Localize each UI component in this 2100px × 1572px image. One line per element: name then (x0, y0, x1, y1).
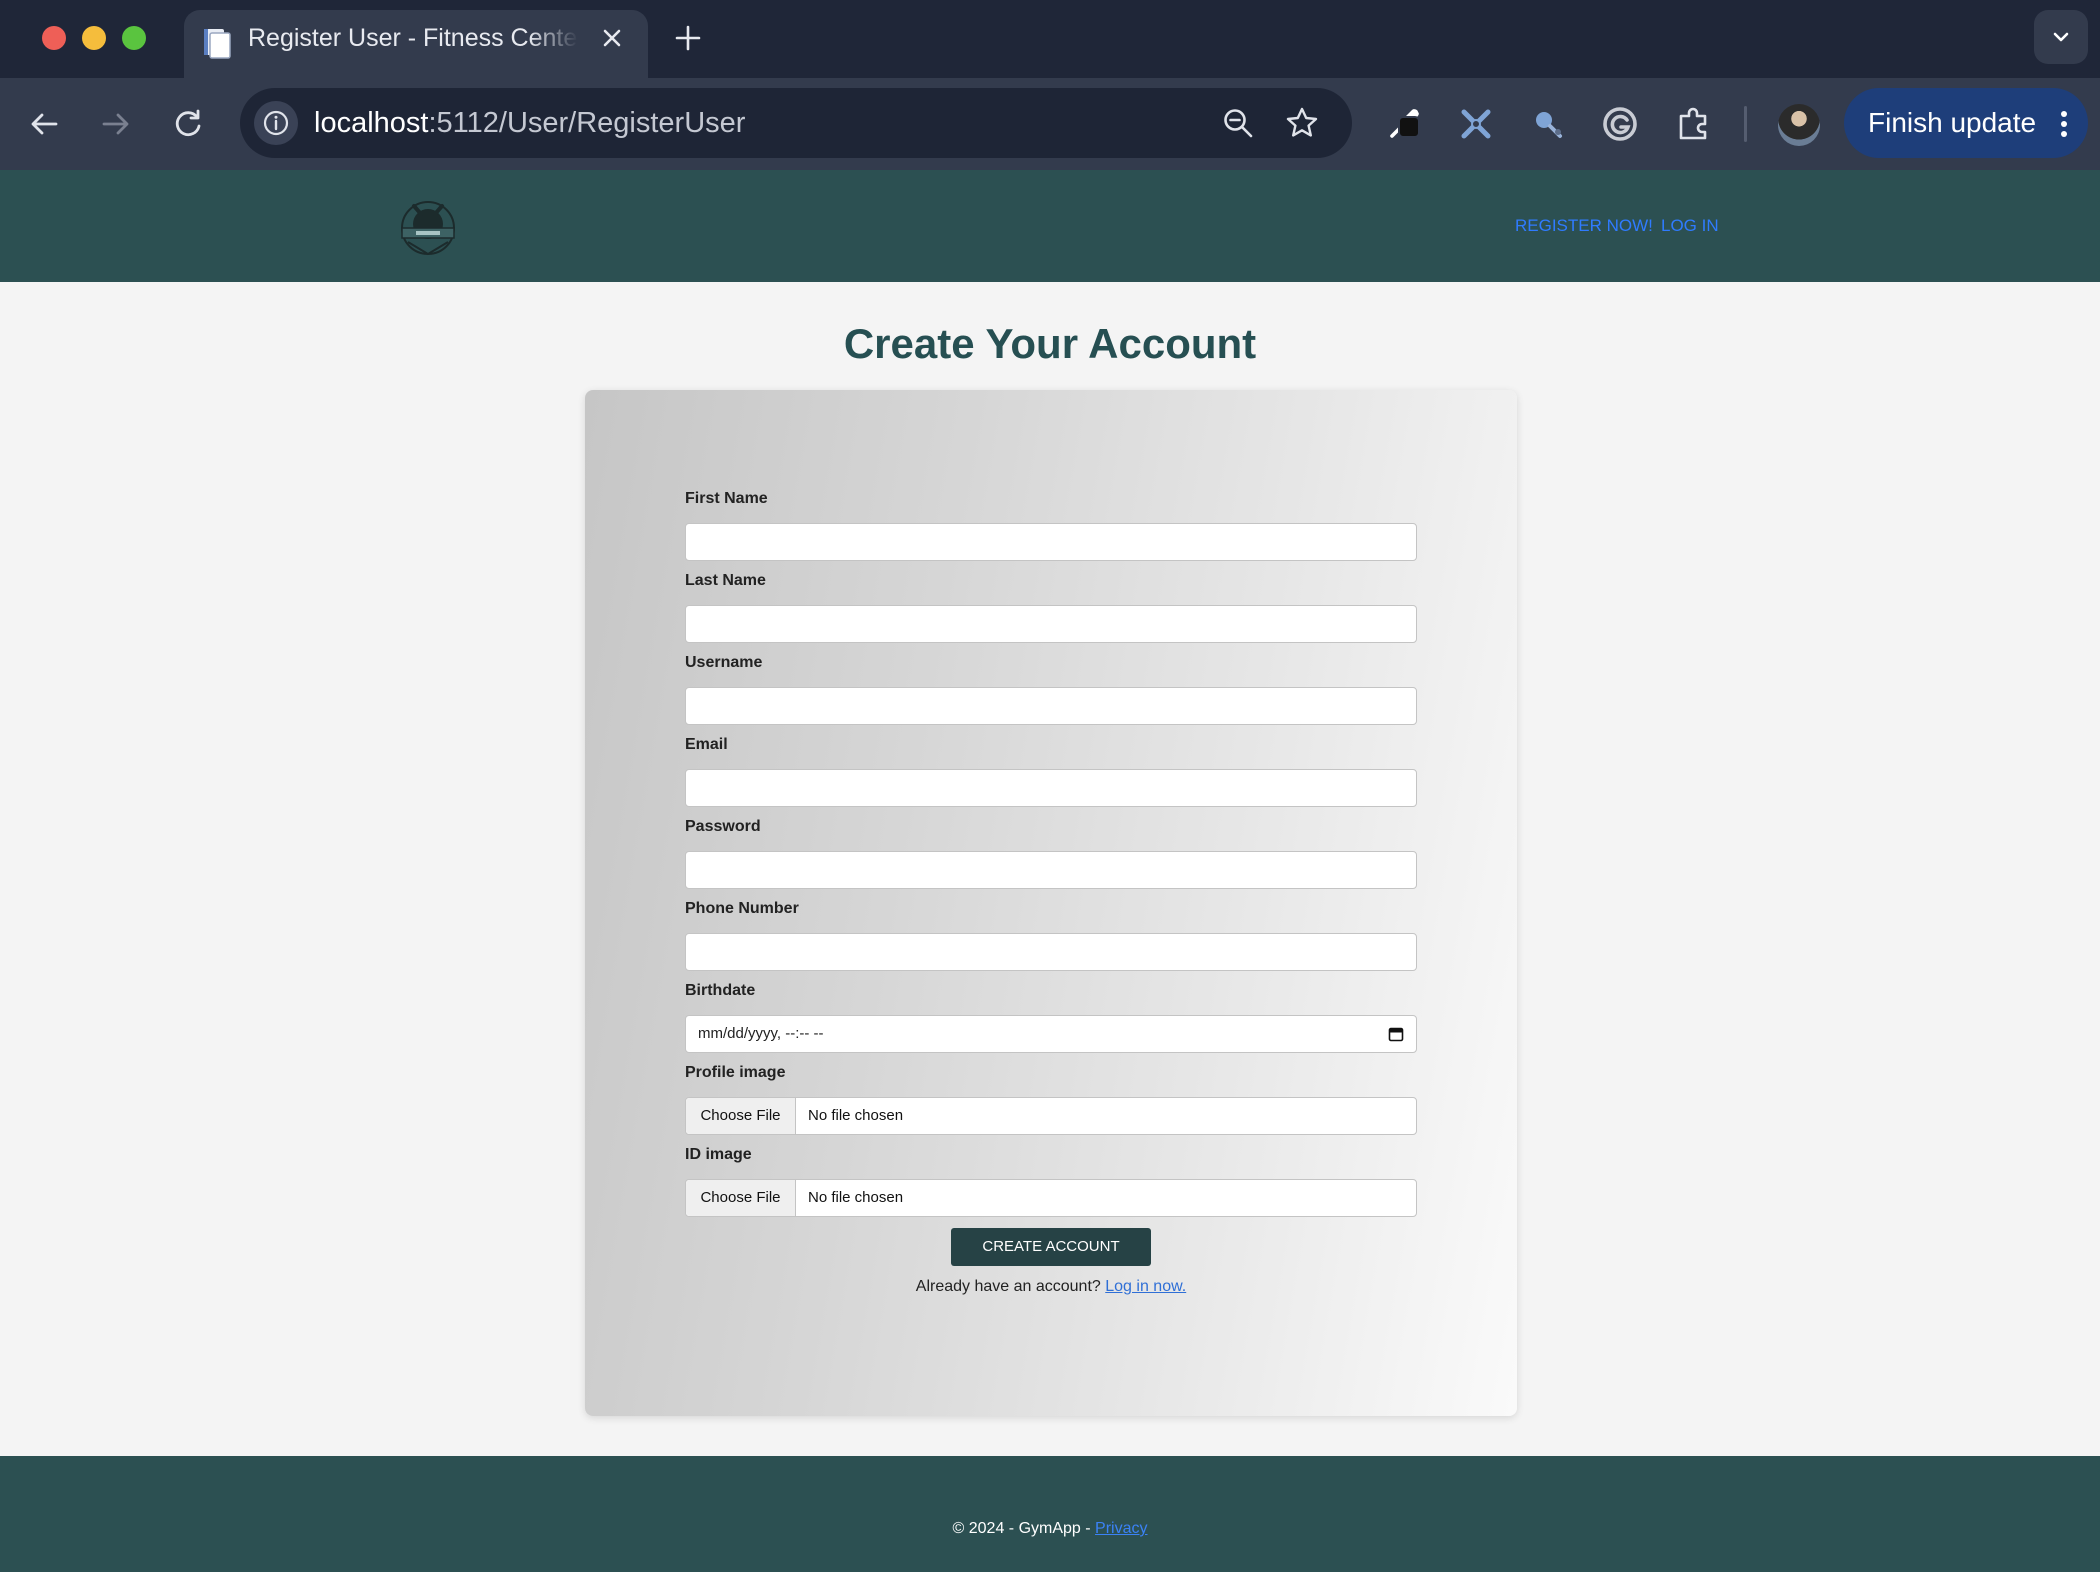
browser-tab-active[interactable]: Register User - Fitness Center (184, 10, 648, 78)
id-image-label: ID image (685, 1146, 752, 1163)
extensions-puzzle-icon[interactable] (1672, 102, 1716, 146)
nav-login-link[interactable]: Log in (1661, 216, 1719, 236)
url-text[interactable]: localhost:5112/User/RegisterUser (314, 88, 745, 158)
more-menu-icon (2061, 111, 2067, 137)
browser-toolbar: localhost:5112/User/RegisterUser Finish … (0, 78, 2100, 170)
profile-image-status: No file chosen (808, 1107, 904, 1124)
id-image-status: No file chosen (808, 1189, 904, 1206)
email-input[interactable] (685, 769, 1417, 807)
window-minimize-button[interactable] (82, 26, 106, 50)
nav-register-link[interactable]: Register now! (1515, 216, 1653, 236)
phone-input[interactable] (685, 933, 1417, 971)
site-footer: © 2024 - GymApp - Privacy (0, 1456, 2100, 1572)
email-label: Email (685, 736, 728, 753)
phone-label: Phone Number (685, 900, 799, 917)
footer-text: © 2024 - GymApp - Privacy (952, 1520, 1148, 1537)
zoom-icon[interactable] (1220, 105, 1256, 141)
birthdate-input[interactable]: mm/dd/yyyy, --:-- -- (685, 1015, 1417, 1053)
birthdate-label: Birthdate (685, 982, 756, 999)
site-info-button[interactable] (254, 101, 298, 145)
profile-image-label: Profile image (685, 1064, 786, 1081)
last-name-label: Last Name (685, 572, 766, 589)
id-image-file-input[interactable]: Choose File No file chosen (685, 1179, 1417, 1217)
calendar-icon[interactable] (1388, 1026, 1404, 1042)
login-prompt: Already have an account? Log in now. (915, 1278, 1187, 1295)
username-input[interactable] (685, 687, 1417, 725)
registration-form: First Name Last Name Username Email Pass… (585, 390, 1517, 1416)
document-icon (204, 29, 231, 59)
profile-image-file-input[interactable]: Choose File No file chosen (685, 1097, 1417, 1135)
new-tab-icon[interactable] (672, 22, 704, 54)
profile-image-choose-button[interactable]: Choose File (686, 1098, 796, 1134)
extension-badge (1398, 116, 1420, 138)
privacy-link[interactable]: Privacy (1095, 1520, 1147, 1537)
create-account-button[interactable]: Create Account (951, 1228, 1151, 1266)
grammarly-icon[interactable] (1598, 102, 1642, 146)
site-header: Register now! Log in (0, 170, 2100, 282)
back-arrow-icon[interactable] (24, 104, 64, 144)
password-label: Password (685, 818, 761, 835)
tab-search-button[interactable] (2034, 10, 2088, 64)
info-icon (263, 110, 289, 136)
username-label: Username (685, 654, 763, 671)
window-close-button[interactable] (42, 26, 66, 50)
id-image-choose-button[interactable]: Choose File (686, 1180, 796, 1216)
first-name-label: First Name (685, 490, 768, 507)
gym-logo[interactable] (394, 192, 462, 260)
tab-title: Register User - Fitness Center (248, 24, 578, 52)
address-bar[interactable]: localhost:5112/User/RegisterUser (240, 88, 1352, 158)
forward-arrow-icon[interactable] (96, 104, 136, 144)
tools-extension-icon[interactable] (1454, 102, 1498, 146)
search-extension-icon[interactable] (1526, 102, 1570, 146)
page-title: Create Your Account (843, 320, 1257, 367)
login-now-link[interactable]: Log in now. (1105, 1278, 1186, 1295)
bookmark-star-icon[interactable] (1284, 105, 1320, 141)
toolbar-separator (1744, 106, 1747, 142)
last-name-input[interactable] (685, 605, 1417, 643)
close-icon[interactable] (598, 24, 626, 52)
browser-tab-bar: Register User - Fitness Center (0, 0, 2100, 78)
profile-avatar[interactable] (1778, 104, 1820, 146)
chevron-down-icon (2053, 32, 2069, 42)
finish-update-button[interactable]: Finish update (1844, 88, 2088, 158)
first-name-input[interactable] (685, 523, 1417, 561)
window-maximize-button[interactable] (122, 26, 146, 50)
password-input[interactable] (685, 851, 1417, 889)
reload-icon[interactable] (168, 104, 208, 144)
